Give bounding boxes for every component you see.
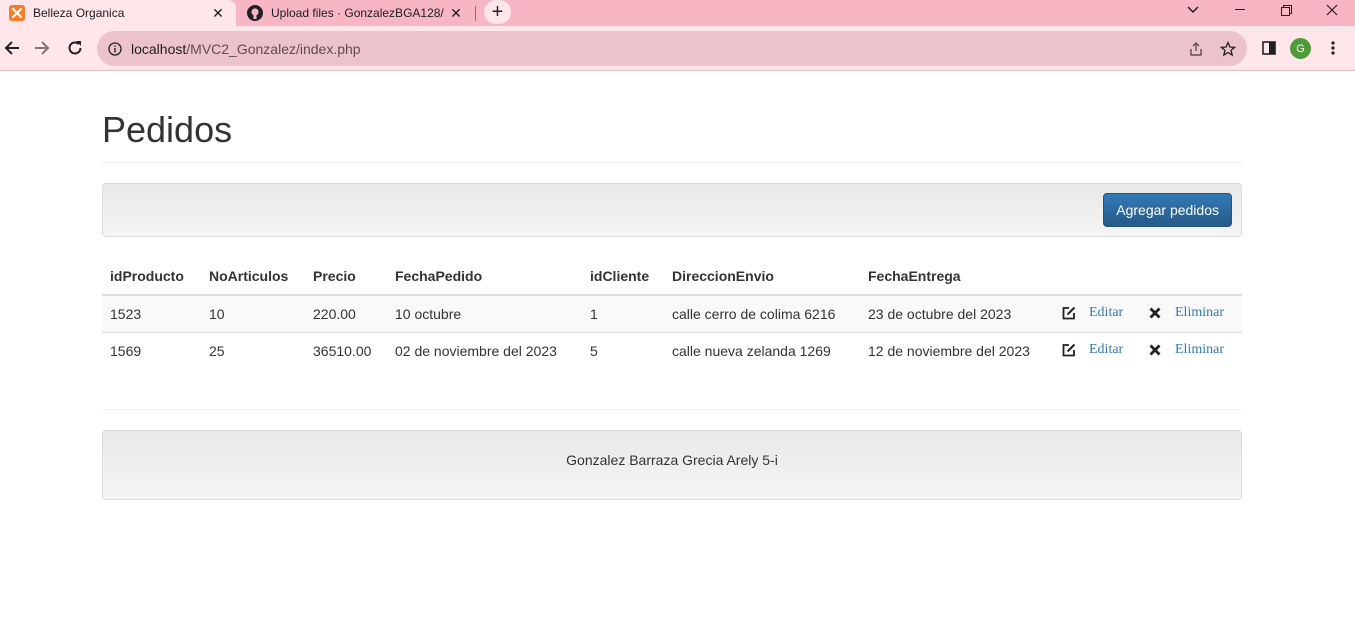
tab-belleza-organica[interactable]: Belleza Organica ✕ [0,0,236,26]
divider [102,409,1242,410]
site-info-icon[interactable] [107,41,123,57]
new-tab-button[interactable]: + [484,0,511,24]
menu-kebab-icon[interactable] [1323,38,1343,58]
column-header-edit [1054,257,1140,296]
action-bar: Agregar pedidos [102,183,1242,237]
cell-noarticulos: 10 [201,294,305,332]
page-container: Pedidos Agregar pedidos idProducto NoArt… [102,72,1242,500]
forward-arrow-icon[interactable] [30,36,54,60]
browser-toolbar: localhost/MVC2_Gonzalez/index.php G [0,26,1355,71]
edit-action[interactable]: Editar [1062,342,1123,358]
cell-delete: Eliminar [1140,294,1242,332]
add-order-button[interactable]: Agregar pedidos [1103,193,1232,227]
cell-idcliente: 1 [582,294,664,332]
side-panel-icon[interactable] [1259,38,1279,58]
share-icon[interactable] [1187,40,1205,58]
edit-action[interactable]: Editar [1062,305,1123,321]
cell-fechapedido: 02 de noviembre del 2023 [387,331,582,369]
footer: Gonzalez Barraza Grecia Arely 5-i [102,430,1242,500]
delete-link[interactable]: Eliminar [1175,305,1224,321]
table-header-row: idProducto NoArticulos Precio FechaPedid… [102,257,1242,296]
table-row: 1569 25 36510.00 02 de noviembre del 202… [102,331,1242,369]
xampp-icon [9,5,25,21]
cell-fechaentrega: 23 de octubre del 2023 [860,294,1054,332]
column-header: DireccionEnvio [664,257,860,296]
orders-table: idProducto NoArticulos Precio FechaPedid… [102,257,1242,369]
edit-link[interactable]: Editar [1089,305,1123,321]
cell-idproducto: 1523 [102,294,201,332]
column-header: idProducto [102,257,201,296]
edit-icon [1062,306,1076,320]
tab-separator [475,6,476,21]
column-header-delete [1140,257,1242,296]
edit-icon [1062,343,1076,357]
url-host: localhost [131,40,187,57]
cell-direccionenvio: calle nueva zelanda 1269 [664,331,860,369]
page-title: Pedidos [102,109,233,150]
column-header: NoArticulos [201,257,305,296]
close-tab-icon[interactable]: ✕ [448,5,464,21]
table-row: 1523 10 220.00 10 octubre 1 calle cerro … [102,294,1242,332]
remove-icon [1148,343,1162,357]
page-header: Pedidos [102,110,1242,163]
cell-idproducto: 1569 [102,331,201,369]
cell-noarticulos: 25 [201,331,305,369]
cell-precio: 36510.00 [305,331,387,369]
cell-fechaentrega: 12 de noviembre del 2023 [860,331,1054,369]
tab-title: Belleza Organica [33,6,125,20]
cell-idcliente: 5 [582,331,664,369]
tab-title: Upload files · GonzalezBGA128/ [271,6,444,20]
cell-precio: 220.00 [305,294,387,332]
reload-icon[interactable] [63,36,87,60]
column-header: Precio [305,257,387,296]
tab-strip: Belleza Organica ✕ Upload files · Gonzal… [0,0,1355,26]
close-tab-icon[interactable]: ✕ [210,5,226,21]
delete-action[interactable]: Eliminar [1148,305,1224,321]
column-header: idCliente [582,257,664,296]
close-window-icon[interactable] [1309,0,1355,20]
edit-link[interactable]: Editar [1089,342,1123,358]
profile-avatar[interactable]: G [1290,38,1311,59]
cell-edit: Editar [1054,331,1140,369]
footer-text: Gonzalez Barraza Grecia Arely 5-i [566,452,778,468]
cell-delete: Eliminar [1140,331,1242,369]
address-bar[interactable]: localhost/MVC2_Gonzalez/index.php [97,31,1247,66]
delete-link[interactable]: Eliminar [1175,342,1224,358]
url-text: localhost/MVC2_Gonzalez/index.php [131,41,361,57]
github-icon [247,5,263,21]
cell-direccionenvio: calle cerro de colima 6216 [664,294,860,332]
tab-upload-files[interactable]: Upload files · GonzalezBGA128/ ✕ [238,0,474,26]
column-header: FechaPedido [387,257,582,296]
remove-icon [1148,306,1162,320]
url-path: /MVC2_Gonzalez/index.php [186,40,361,57]
restore-icon[interactable] [1263,0,1309,20]
minimize-icon[interactable] [1217,0,1263,20]
tab-search-icon[interactable] [1170,0,1216,20]
bookmark-star-icon[interactable] [1219,40,1237,58]
cell-fechapedido: 10 octubre [387,294,582,332]
column-header: FechaEntrega [860,257,1054,296]
cell-edit: Editar [1054,294,1140,332]
delete-action[interactable]: Eliminar [1148,342,1224,358]
back-arrow-icon[interactable] [0,36,24,60]
